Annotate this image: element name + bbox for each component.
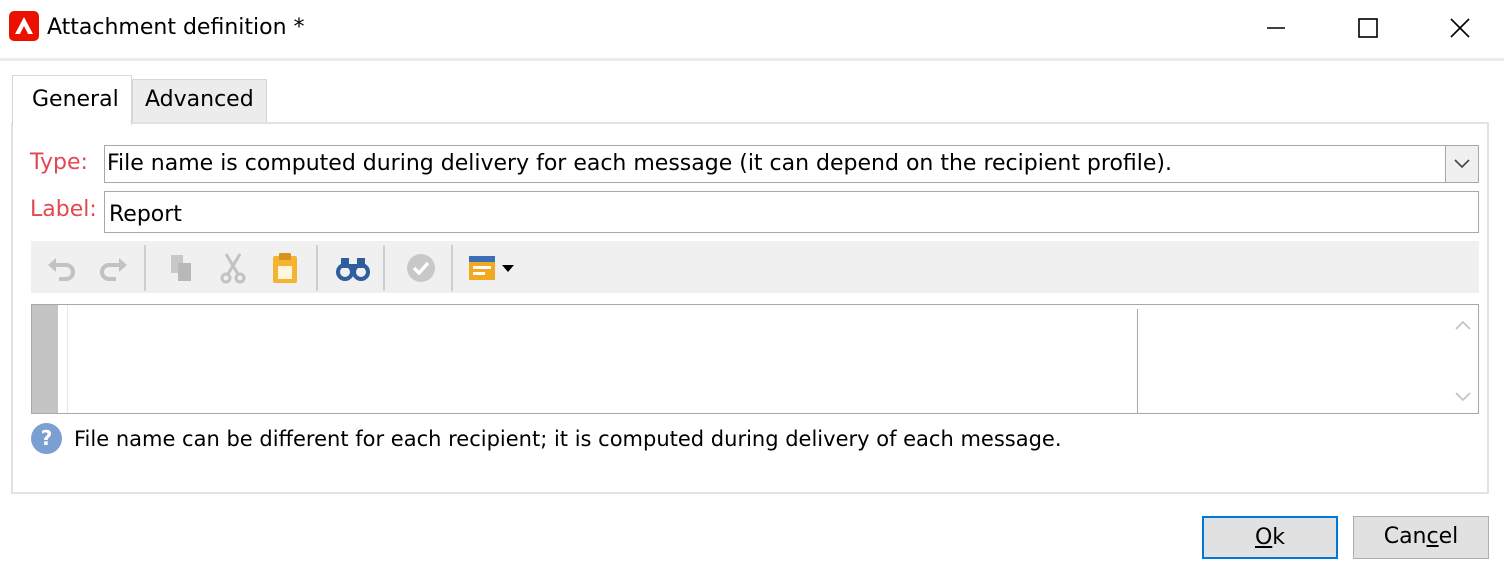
type-label: Type:	[30, 150, 88, 175]
redo-button[interactable]	[96, 251, 130, 285]
expression-text-area[interactable]	[68, 305, 1136, 413]
ok-label-rest: k	[1272, 525, 1286, 550]
copy-button[interactable]	[164, 251, 198, 285]
find-button[interactable]	[336, 251, 370, 285]
title-bar: Attachment definition *	[0, 0, 1504, 58]
undo-button[interactable]	[45, 251, 79, 285]
cut-button[interactable]	[216, 251, 250, 285]
minimize-button[interactable]	[1230, 0, 1322, 56]
paste-button[interactable]	[268, 251, 302, 285]
type-dropdown-value: File name is computed during delivery fo…	[107, 151, 1173, 176]
tab-advanced[interactable]: Advanced	[132, 79, 267, 123]
check-circle-icon	[407, 254, 435, 282]
adobe-campaign-icon	[9, 11, 39, 41]
cancel-label-rest: el	[1438, 524, 1459, 549]
cut-icon	[220, 253, 246, 284]
cancel-button[interactable]: Cancel	[1353, 516, 1489, 559]
toolbar-separator	[451, 245, 453, 291]
minimize-icon	[1267, 27, 1285, 29]
undo-icon	[48, 258, 75, 281]
expression-editor	[31, 304, 1479, 414]
cancel-label-prefix: Can	[1383, 524, 1427, 549]
help-icon: ?	[31, 423, 62, 454]
chevron-down-icon	[1454, 159, 1470, 169]
close-button[interactable]	[1414, 0, 1504, 56]
paste-icon	[273, 253, 297, 283]
insert-field-menu-button[interactable]	[467, 251, 519, 285]
editor-scrollbar[interactable]	[1448, 305, 1478, 413]
redo-icon	[100, 258, 127, 281]
cancel-accelerator: c	[1426, 524, 1439, 549]
dropdown-arrow[interactable]	[1445, 146, 1478, 182]
toolbar-separator	[383, 245, 385, 291]
window-title: Attachment definition *	[47, 15, 305, 40]
label-label: Label:	[30, 197, 97, 222]
label-input[interactable]	[104, 191, 1479, 233]
scroll-down-button[interactable]	[1448, 385, 1478, 409]
insert-field-icon	[469, 256, 514, 280]
help-text: File name can be different for each reci…	[74, 427, 1062, 451]
check-button[interactable]	[404, 251, 438, 285]
binoculars-icon	[336, 258, 370, 281]
editor-divider	[1137, 309, 1138, 413]
editor-toolbar	[31, 241, 1479, 293]
close-icon	[1450, 18, 1470, 38]
title-separator	[0, 58, 1504, 61]
tab-general[interactable]: General	[12, 75, 132, 125]
chevron-down-icon	[1455, 392, 1471, 402]
toolbar-separator	[316, 245, 318, 291]
copy-icon	[171, 255, 191, 281]
maximize-button[interactable]	[1322, 0, 1414, 56]
toolbar-separator	[144, 245, 146, 291]
maximize-icon	[1358, 18, 1378, 38]
scroll-up-button[interactable]	[1448, 313, 1478, 337]
chevron-up-icon	[1455, 320, 1471, 330]
ok-accelerator: O	[1254, 525, 1273, 550]
type-dropdown[interactable]: File name is computed during delivery fo…	[104, 145, 1479, 183]
line-number-gutter	[32, 305, 58, 413]
ok-button[interactable]: Ok	[1202, 516, 1338, 559]
